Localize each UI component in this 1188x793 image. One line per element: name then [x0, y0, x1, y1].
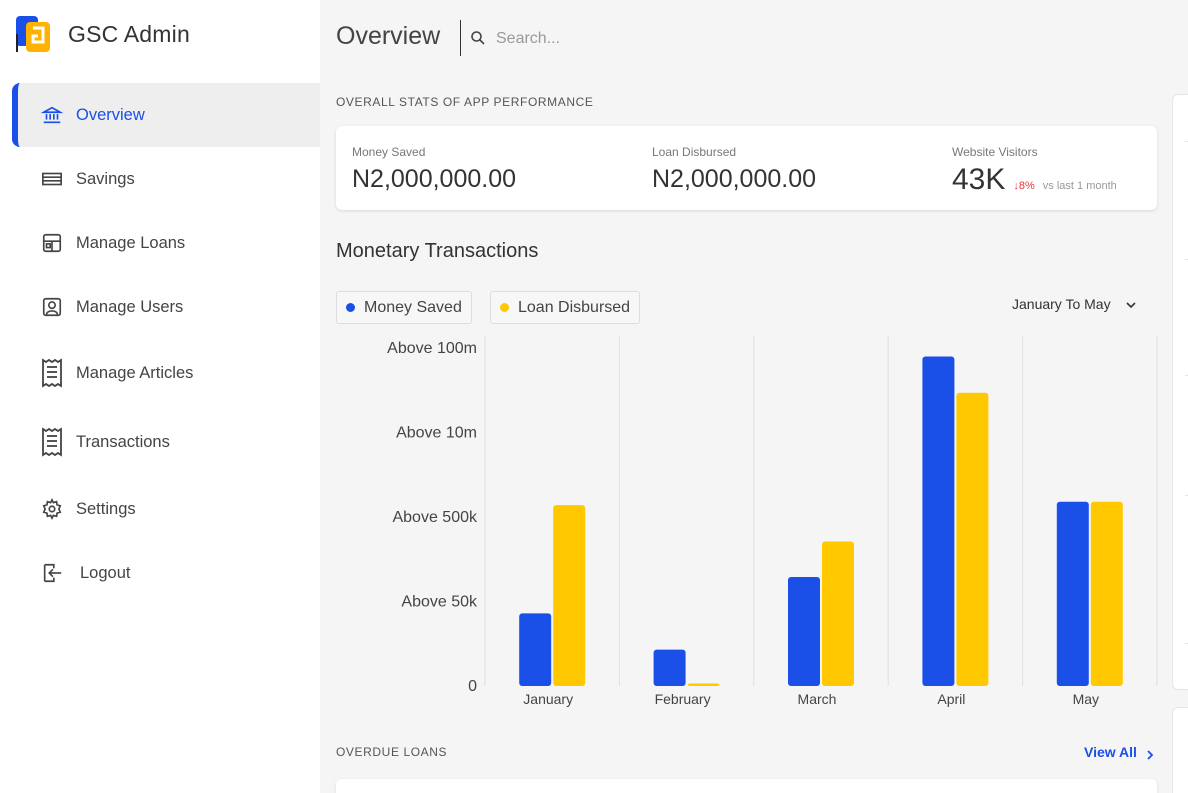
- stat-value: N2,000,000.00: [352, 165, 517, 193]
- receipt-icon: [40, 427, 64, 457]
- legend-money-saved[interactable]: Money Saved: [336, 291, 472, 324]
- stat-website-visitors: Website Visitors 43K ↓8% vs last 1 month: [952, 145, 1117, 197]
- sidebar-item-savings[interactable]: Savings: [12, 147, 320, 211]
- bar-loan-disbursed: [956, 392, 989, 686]
- right-side-panel: [1172, 94, 1188, 690]
- bank-icon: [40, 103, 64, 127]
- chevron-down-icon: [1125, 298, 1137, 310]
- legend-label: Money Saved: [364, 298, 462, 316]
- sidebar-item-manage-loans[interactable]: Manage Loans: [12, 211, 320, 275]
- sidebar-item-label: Manage Users: [76, 297, 184, 316]
- stat-loan-disbursed: Loan Disbursed N2,000,000.00: [652, 145, 816, 194]
- y-tick-label: Above 50k: [401, 594, 478, 611]
- chart-bars: [519, 356, 1123, 686]
- sidebar-item-manage-articles[interactable]: Manage Articles: [12, 341, 320, 405]
- chevron-right-icon: [1145, 747, 1155, 760]
- sidebar-item-label: Manage Loans: [76, 233, 186, 252]
- x-tick-label: April: [937, 691, 965, 707]
- app-title: GSC Admin: [68, 20, 190, 47]
- y-tick-label: Above 100m: [387, 340, 477, 357]
- stat-label: Money Saved: [352, 145, 426, 159]
- sidebar-item-label: Settings: [76, 499, 136, 518]
- gsc-logo: [16, 16, 52, 52]
- sidebar-item-label: Manage Articles: [76, 363, 194, 382]
- page-title: Overview: [336, 22, 441, 50]
- bar-loan-disbursed: [687, 683, 720, 686]
- x-tick-label: January: [523, 691, 573, 707]
- view-all-link[interactable]: View All: [1084, 744, 1155, 760]
- receipt-icon: [40, 358, 64, 388]
- delta-note: vs last 1 month: [1042, 180, 1117, 192]
- legend-label: Loan Disbursed: [518, 298, 631, 316]
- bar-loan-disbursed: [553, 505, 586, 686]
- main-content: Overview OVERALL STATS OF APP PERFORMANC…: [320, 0, 1188, 793]
- brand[interactable]: GSC Admin: [16, 16, 190, 52]
- sidebar-item-label: Logout: [80, 563, 131, 582]
- x-tick-label: March: [798, 691, 837, 707]
- bar-money-saved: [788, 576, 820, 686]
- gear-icon: [40, 497, 64, 521]
- search-icon: [470, 30, 486, 46]
- bar-money-saved: [653, 649, 686, 686]
- legend-dot: [346, 303, 355, 312]
- chart-title: Monetary Transactions: [336, 240, 539, 262]
- sidebar-item-label: Savings: [76, 169, 135, 188]
- x-tick-label: February: [655, 691, 711, 707]
- title-divider: [460, 20, 461, 56]
- y-tick-label: 0: [468, 678, 477, 695]
- sidebar-item-logout[interactable]: Logout: [12, 541, 320, 605]
- stat-money-saved: Money Saved N2,000,000.00: [352, 145, 516, 194]
- sidebar-item-settings[interactable]: Settings: [12, 477, 320, 541]
- chart-grid: [484, 336, 1158, 686]
- stat-label: Website Visitors: [952, 145, 1038, 159]
- stat-value: 43K: [952, 163, 1006, 196]
- loans-icon: [40, 231, 64, 255]
- view-all-label: View All: [1084, 744, 1137, 760]
- savings-icon: [40, 167, 64, 191]
- stats-section-label: OVERALL STATS OF APP PERFORMANCE: [336, 95, 594, 109]
- sidebar-item-label: Transactions: [76, 432, 170, 451]
- date-range-select[interactable]: January To May: [1012, 296, 1137, 312]
- legend-loan-disbursed[interactable]: Loan Disbursed: [490, 291, 641, 324]
- stat-value: N2,000,000.00: [652, 165, 817, 193]
- sidebar-item-label: Overview: [76, 105, 145, 124]
- transactions-chart: 0Above 50kAbove 500kAbove 10mAbove 100m …: [387, 336, 1158, 707]
- user-icon: [40, 295, 64, 319]
- bar-money-saved: [519, 613, 552, 686]
- y-tick-label: Above 10m: [396, 425, 477, 442]
- chart-y-ticks: 0 Above 50k Above 500k Above 10m Above 100m: [387, 340, 478, 695]
- sidebar: GSC Admin Overview Savings Manage Loans …: [0, 0, 320, 793]
- bar-money-saved: [1056, 501, 1089, 686]
- overdue-section-label: OVERDUE LOANS: [336, 745, 448, 759]
- x-tick-label: May: [1073, 691, 1099, 707]
- right-side-panel-lower: [1172, 707, 1188, 793]
- chart-x-ticks: January February March April May: [523, 691, 1099, 707]
- stat-label: Loan Disbursed: [652, 145, 737, 159]
- sidebar-item-manage-users[interactable]: Manage Users: [12, 275, 320, 339]
- bar-loan-disbursed: [1090, 501, 1123, 686]
- bar-money-saved: [922, 356, 955, 686]
- overdue-loans-card: [336, 779, 1157, 793]
- logout-icon: [40, 561, 64, 585]
- sidebar-item-transactions[interactable]: Transactions: [12, 410, 320, 474]
- legend-dot: [500, 303, 509, 312]
- search-input[interactable]: [496, 26, 796, 52]
- y-tick-label: Above 500k: [392, 509, 478, 526]
- sidebar-item-overview[interactable]: Overview: [12, 83, 320, 147]
- stats-card: Money Saved N2,000,000.00 Loan Disbursed…: [336, 126, 1157, 210]
- bar-loan-disbursed: [822, 541, 854, 686]
- delta-badge: ↓8%: [1013, 180, 1035, 192]
- date-range-label: January To May: [1012, 296, 1111, 312]
